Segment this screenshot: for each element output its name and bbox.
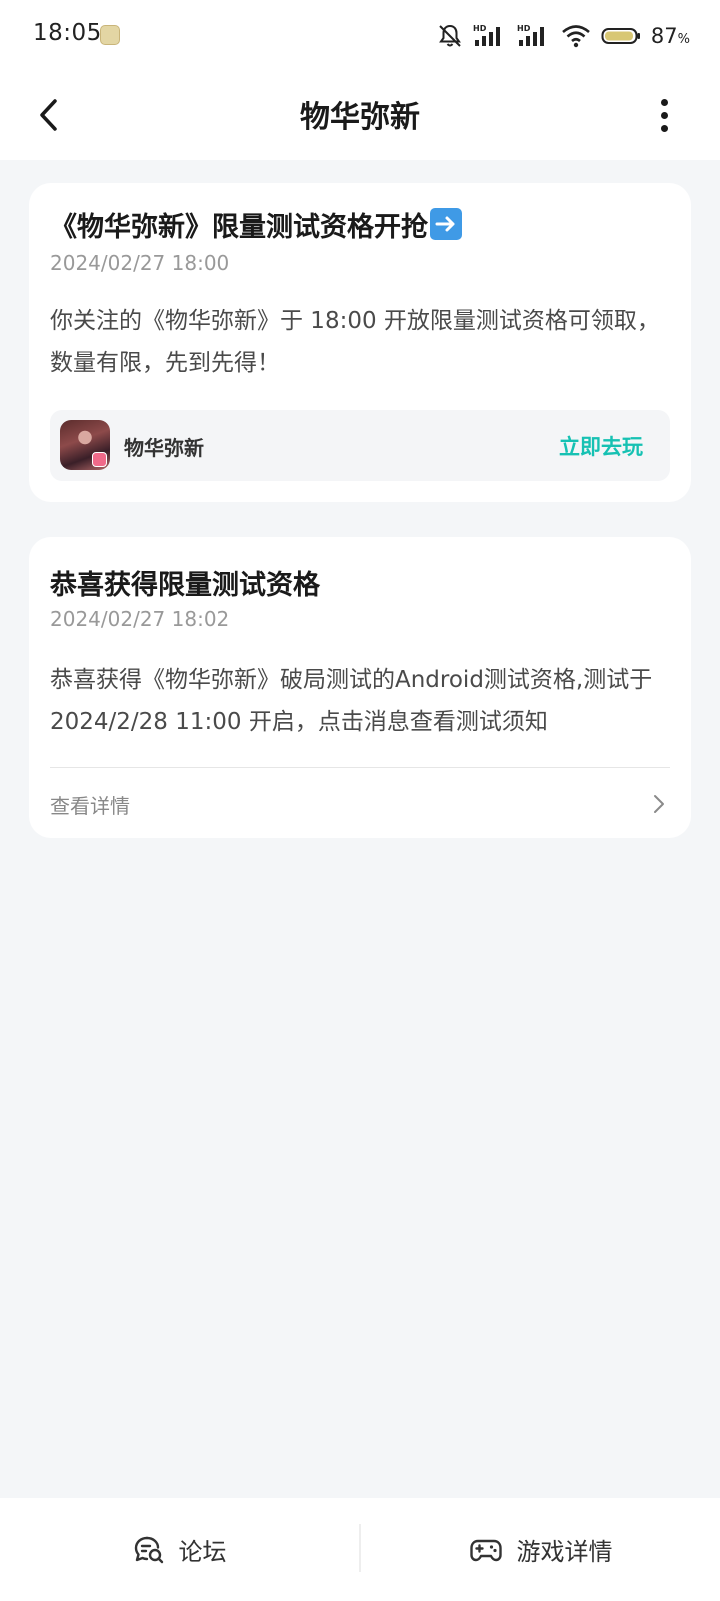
status-bar: 18:05 HD HD 87% — [0, 0, 720, 70]
message-title: 恭喜获得限量测试资格 — [50, 570, 320, 601]
message-time: 2024/02/27 18:00 — [50, 251, 230, 275]
more-options-button[interactable] — [644, 90, 684, 140]
page-title: 物华弥新 — [300, 100, 420, 135]
forum-tab[interactable]: 论坛 — [0, 1498, 359, 1601]
message-title: 《物华弥新》限量测试资格开抢 — [50, 205, 670, 244]
hd-signal-icon: HD — [517, 24, 544, 46]
message-card[interactable]: 《物华弥新》限量测试资格开抢 2024/02/27 18:00 你关注的《物华弥… — [29, 183, 691, 502]
message-body: 你关注的《物华弥新》于 18:00 开放限量测试资格可领取，数量有限，先到先得！ — [50, 308, 660, 376]
game-app-icon — [60, 420, 110, 470]
gamepad-icon — [469, 1539, 502, 1561]
game-entry[interactable]: 物华弥新 立即去玩 — [50, 410, 670, 481]
message-body: 恭喜获得《物华弥新》破局测试的Android测试资格,测试于 2024/2/28… — [50, 667, 653, 735]
status-time: 18:05 — [33, 20, 102, 46]
game-detail-tab[interactable]: 游戏详情 — [361, 1498, 720, 1601]
game-detail-label: 游戏详情 — [516, 1538, 613, 1566]
bottom-bar: 论坛 游戏详情 — [0, 1498, 720, 1601]
view-details-link[interactable]: 查看详情 — [50, 768, 670, 838]
nav-bar: 物华弥新 — [0, 70, 720, 160]
game-name: 物华弥新 — [124, 436, 204, 460]
svg-text:HD: HD — [473, 24, 487, 33]
message-time: 2024/02/27 18:02 — [50, 607, 230, 631]
status-icons: HD HD 87% — [437, 22, 690, 50]
chevron-right-icon — [654, 795, 664, 813]
forum-label: 论坛 — [178, 1538, 227, 1566]
battery-percent: 87% — [650, 24, 690, 48]
silent-bell-icon — [438, 24, 461, 47]
hd-signal-icon: HD — [473, 24, 500, 46]
forum-chat-icon — [134, 1536, 163, 1563]
play-now-button[interactable]: 立即去玩 — [559, 431, 643, 461]
right-arrow-emoji-icon — [430, 208, 462, 240]
notification-app-icon — [100, 25, 120, 45]
wifi-icon — [562, 25, 590, 48]
message-card[interactable]: 恭喜获得限量测试资格 2024/02/27 18:02 恭喜获得《物华弥新》破局… — [29, 537, 691, 838]
view-details-label: 查看详情 — [50, 794, 130, 818]
battery-icon — [601, 28, 640, 44]
svg-text:HD: HD — [517, 24, 531, 33]
more-vertical-icon — [660, 98, 668, 106]
